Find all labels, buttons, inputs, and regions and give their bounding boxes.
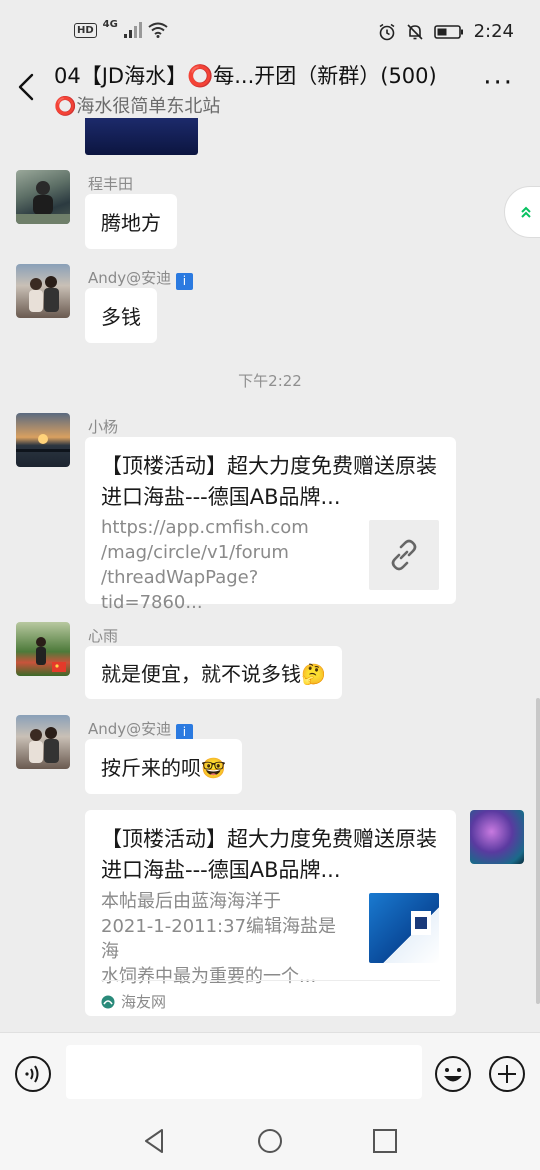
image-message-partial[interactable]	[85, 118, 198, 155]
status-bar: HD 4G 2:24	[0, 0, 540, 64]
mute-bell-icon	[407, 23, 423, 40]
scroll-to-unread-button[interactable]	[504, 186, 540, 238]
status-left: HD 4G	[74, 18, 168, 38]
message-list[interactable]: 程丰田 腾地方 Andy@安迪 i 多钱 下午2:22 小杨 【顶楼活动】超大力…	[0, 118, 540, 1032]
avatar[interactable]	[16, 622, 70, 676]
chat-subtitle[interactable]: ⭕海水很简单东北站	[54, 92, 220, 118]
alarm-icon	[379, 23, 395, 40]
link-thumbnail	[369, 893, 439, 963]
emoji-icon[interactable]	[434, 1055, 472, 1093]
message-bubble[interactable]: 就是便宜，就不说多钱🤔	[85, 646, 342, 699]
message-bubble[interactable]: 多钱	[85, 288, 157, 343]
link-card-desc: 本帖最后由蓝海海洋于 2021-1-2011:37编辑海盐是海 水饲养中最为重要…	[101, 891, 337, 987]
nav-recents-icon[interactable]	[370, 1126, 400, 1156]
sender-name: 心雨	[88, 627, 119, 645]
nav-back-icon[interactable]	[140, 1126, 170, 1156]
chat-header: 04【JD海水】⭕每...开团（新群）(500) ⭕海水很简单东北站 ···	[0, 56, 540, 118]
message-input[interactable]	[66, 1045, 422, 1099]
avatar[interactable]	[16, 264, 70, 318]
link-card-title: 【顶楼活动】超大力度免费赠送原装进口海盐---德国AB品牌...	[101, 454, 437, 509]
link-card[interactable]: 【顶楼活动】超大力度免费赠送原装进口海盐---德国AB品牌... 本帖最后由蓝海…	[85, 810, 456, 1016]
message-bubble[interactable]: 按斤来的呗🤓	[85, 739, 242, 794]
self-avatar[interactable]	[470, 810, 524, 864]
scrollbar[interactable]	[536, 698, 540, 1004]
wifi-icon	[148, 22, 168, 38]
double-chevron-up-icon	[521, 206, 531, 218]
timestamp: 下午2:22	[238, 372, 302, 390]
avatar[interactable]	[16, 413, 70, 467]
link-card-source: 海友网	[101, 980, 440, 1012]
link-card[interactable]: 【顶楼活动】超大力度免费赠送原装进口海盐---德国AB品牌... https:/…	[85, 437, 456, 613]
status-right: 2:24	[378, 21, 514, 42]
clock: 2:24	[473, 21, 514, 42]
voice-toggle-icon[interactable]	[14, 1055, 52, 1093]
site-logo-icon	[101, 995, 115, 1008]
link-thumbnail	[369, 520, 439, 590]
sender-name: 程丰田	[88, 175, 134, 193]
avatar[interactable]	[16, 715, 70, 769]
sender-name: 小杨	[88, 418, 119, 436]
battery-icon	[433, 24, 463, 39]
hd-badge: HD	[74, 22, 97, 38]
chat-title[interactable]: 04【JD海水】⭕每...开团（新群）(500)	[54, 60, 474, 90]
badge-icon: i	[175, 273, 193, 290]
avatar[interactable]	[16, 170, 70, 224]
link-icon	[391, 539, 417, 571]
link-card-title: 【顶楼活动】超大力度免费赠送原装进口海盐---德国AB品牌...	[101, 827, 437, 882]
back-arrow-icon[interactable]	[14, 72, 40, 102]
network-label: 4G	[102, 18, 118, 30]
sender-name: Andy@安迪 i	[88, 718, 193, 741]
link-card-desc: https://app.cmfish.com /mag/circle/v1/fo…	[101, 517, 309, 613]
more-button[interactable]: ···	[483, 70, 514, 96]
message-bubble[interactable]: 腾地方	[85, 194, 177, 249]
signal-icon	[123, 22, 142, 38]
input-bar	[0, 1032, 540, 1114]
sender-name: Andy@安迪 i	[88, 267, 193, 290]
system-nav-bar	[0, 1114, 540, 1170]
plus-icon[interactable]	[488, 1055, 526, 1093]
nav-home-icon[interactable]	[255, 1126, 285, 1156]
